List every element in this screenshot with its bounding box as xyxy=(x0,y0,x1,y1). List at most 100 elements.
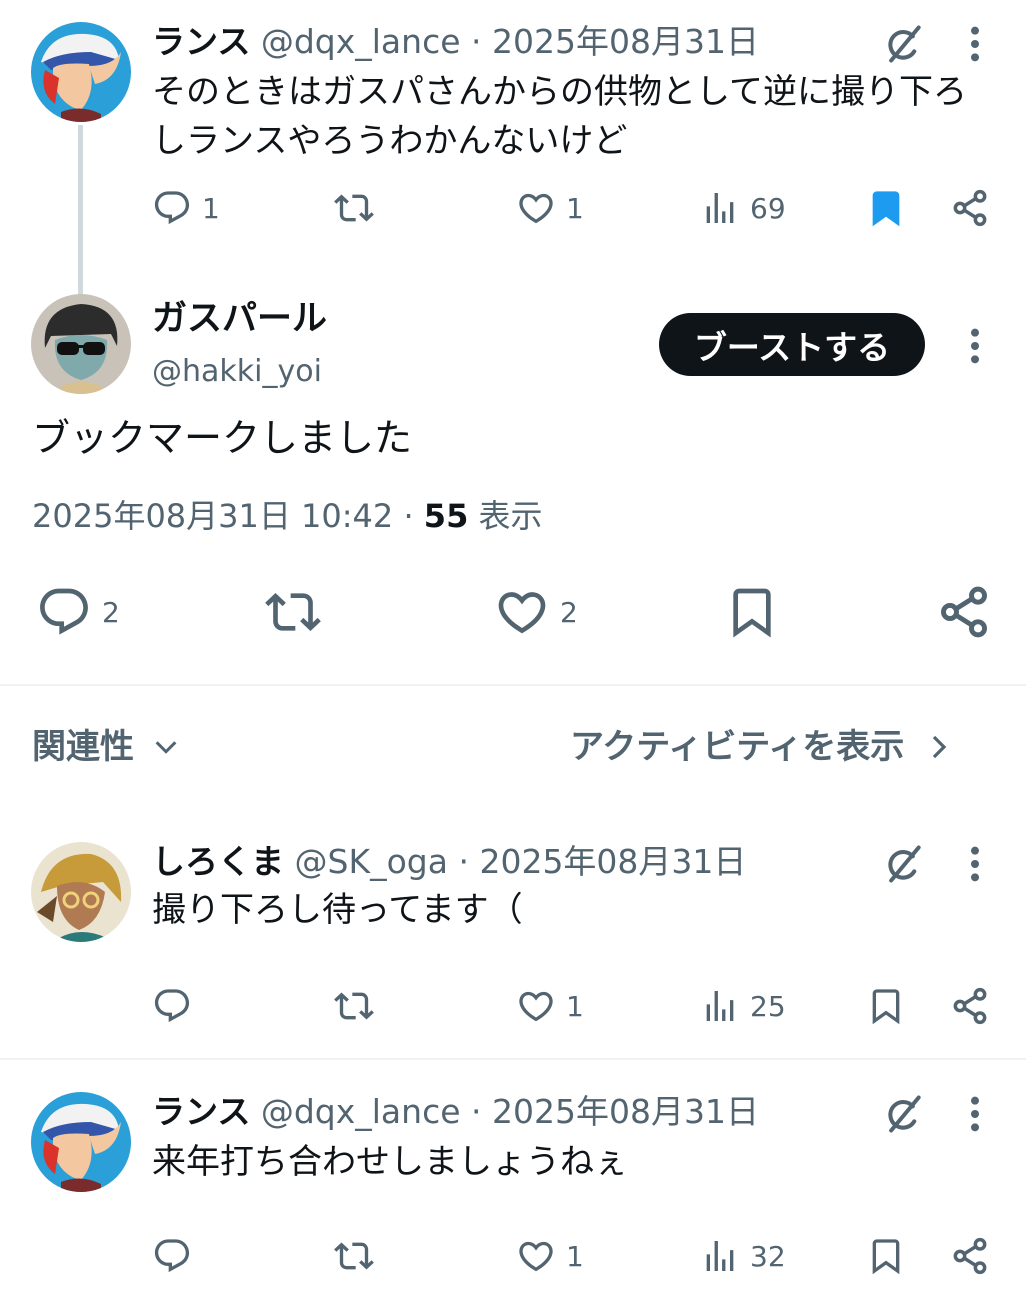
retweet-button[interactable] xyxy=(334,188,374,228)
reply-icon xyxy=(152,986,192,1026)
views-icon xyxy=(700,1236,740,1276)
views-button[interactable]: 25 xyxy=(700,986,786,1026)
grok-icon[interactable] xyxy=(882,22,926,66)
bookmark-icon xyxy=(866,986,906,1026)
chevron-right-icon xyxy=(926,732,952,762)
avatar[interactable] xyxy=(31,1092,131,1192)
retweet-button[interactable] xyxy=(334,1236,374,1276)
tweet-top[interactable]: ランス @dqx_lance · 2025年08月31日 そのときはガスパさんか… xyxy=(0,0,1026,270)
reply-button[interactable] xyxy=(152,1236,192,1276)
retweet-icon xyxy=(264,584,322,640)
views-count: 69 xyxy=(750,191,786,225)
share-button[interactable] xyxy=(936,584,992,640)
tweet-date[interactable]: 2025年08月31日 xyxy=(492,22,759,61)
separator-dot: · xyxy=(458,842,469,881)
more-icon[interactable] xyxy=(960,326,990,366)
bookmark-button[interactable] xyxy=(866,1236,906,1276)
more-icon[interactable] xyxy=(960,844,990,884)
reply-count: 1 xyxy=(202,191,220,225)
share-icon xyxy=(936,584,992,640)
reply-tweet[interactable]: しろくま @SK_oga · 2025年08月31日 撮り下ろし待ってます（ 1… xyxy=(0,830,1026,1058)
like-button[interactable]: 1 xyxy=(516,1236,584,1276)
sort-dropdown[interactable]: 関連性 xyxy=(32,724,180,770)
user-handle[interactable]: @dqx_lance xyxy=(261,22,461,61)
reply-count: 2 xyxy=(102,595,120,629)
boost-button[interactable]: ブーストする xyxy=(659,313,925,376)
tweet-text: 撮り下ろし待ってます（ xyxy=(152,890,523,930)
share-icon xyxy=(950,986,990,1026)
tweet-actions: 1 32 xyxy=(0,1236,1026,1286)
separator-dot: · xyxy=(403,497,414,535)
bookmark-button[interactable] xyxy=(866,986,906,1026)
tweet-timestamp[interactable]: 2025年08月31日 10:42 xyxy=(32,497,393,535)
views-button[interactable]: 32 xyxy=(700,1236,786,1276)
views-count: 55 xyxy=(423,497,469,535)
display-name[interactable]: しろくま xyxy=(152,842,284,881)
more-icon[interactable] xyxy=(960,1094,990,1134)
reply-icon xyxy=(152,1236,192,1276)
views-icon xyxy=(700,188,740,228)
tweet-header: しろくま @SK_oga · 2025年08月31日 xyxy=(152,842,746,882)
tweet-text: そのときはガスパさんからの供物として逆に撮り下ろしランスやろうわかんないけど xyxy=(152,72,967,161)
bookmark-icon xyxy=(866,1236,906,1276)
activity-label: アクティビティを表示 xyxy=(570,727,905,767)
more-icon[interactable] xyxy=(960,24,990,64)
tweet-text: 来年打ち合わせしましょうねぇ xyxy=(152,1142,628,1182)
user-handle[interactable]: @dqx_lance xyxy=(261,1092,461,1131)
retweet-icon xyxy=(334,986,374,1026)
tweet-meta: 2025年08月31日 10:42 · 55 表示 xyxy=(32,496,543,536)
avatar[interactable] xyxy=(31,294,131,394)
like-icon xyxy=(516,188,556,228)
reply-tweet[interactable]: ランス @dqx_lance · 2025年08月31日 来年打ち合わせしましょ… xyxy=(0,1080,1026,1296)
like-count: 1 xyxy=(566,989,584,1023)
views-count: 25 xyxy=(750,989,786,1023)
display-name[interactable]: ガスパール xyxy=(152,298,327,340)
retweet-icon xyxy=(334,1236,374,1276)
retweet-icon xyxy=(334,188,374,228)
reply-button[interactable]: 2 xyxy=(36,584,120,640)
display-name[interactable]: ランス xyxy=(152,1092,250,1131)
reply-icon xyxy=(152,188,192,228)
views-icon xyxy=(700,986,740,1026)
like-button[interactable]: 1 xyxy=(516,188,584,228)
like-count: 1 xyxy=(566,1239,584,1273)
views-button[interactable]: 69 xyxy=(700,188,786,228)
bookmark-button[interactable] xyxy=(724,584,780,640)
retweet-button[interactable] xyxy=(334,986,374,1026)
display-name[interactable]: ランス xyxy=(152,22,250,61)
views-count: 32 xyxy=(750,1239,786,1273)
bookmark-icon xyxy=(866,188,906,228)
share-icon xyxy=(950,188,990,228)
reply-button[interactable] xyxy=(152,986,192,1026)
like-icon xyxy=(494,584,550,640)
bookmark-button[interactable] xyxy=(866,188,906,228)
avatar[interactable] xyxy=(31,22,131,122)
like-button[interactable]: 2 xyxy=(494,584,578,640)
like-icon xyxy=(516,986,556,1026)
tweet-header: ランス @dqx_lance · 2025年08月31日 xyxy=(152,1092,759,1132)
views-label: 表示 xyxy=(478,497,543,535)
share-button[interactable] xyxy=(950,1236,990,1276)
like-count: 1 xyxy=(566,191,584,225)
tweet-actions: 1 25 xyxy=(0,986,1026,1036)
reply-button[interactable]: 1 xyxy=(152,188,220,228)
tweet-actions: 1 1 69 xyxy=(0,188,1026,238)
reply-icon xyxy=(36,584,92,640)
tweet-date[interactable]: 2025年08月31日 xyxy=(492,1092,759,1131)
retweet-button[interactable] xyxy=(264,584,322,640)
chevron-down-icon xyxy=(152,733,180,761)
tweet-text: ブックマークしました xyxy=(32,416,413,460)
share-button[interactable] xyxy=(950,986,990,1026)
tweet-date[interactable]: 2025年08月31日 xyxy=(479,842,746,881)
view-activity-link[interactable]: アクティビティを表示 xyxy=(570,724,952,770)
divider xyxy=(0,1058,1026,1060)
like-icon xyxy=(516,1236,556,1276)
grok-icon[interactable] xyxy=(882,1092,926,1136)
user-handle[interactable]: @hakki_yoi xyxy=(152,352,322,392)
user-handle[interactable]: @SK_oga xyxy=(295,842,448,881)
share-icon xyxy=(950,1236,990,1276)
grok-icon[interactable] xyxy=(882,842,926,886)
avatar[interactable] xyxy=(31,842,131,942)
share-button[interactable] xyxy=(950,188,990,228)
like-button[interactable]: 1 xyxy=(516,986,584,1026)
